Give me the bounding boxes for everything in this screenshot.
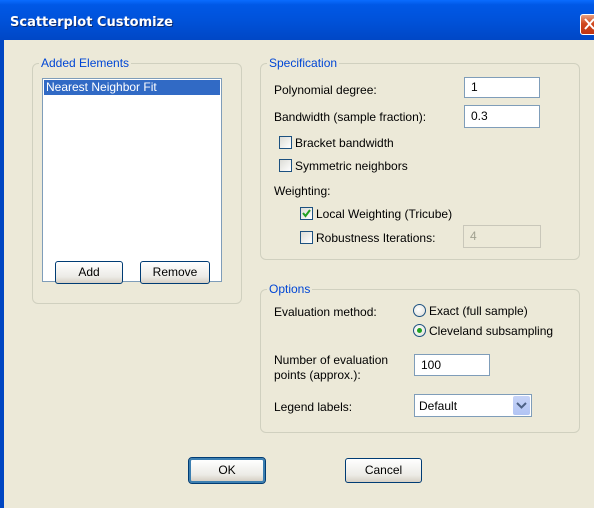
radio-cleveland[interactable] bbox=[413, 324, 426, 337]
window-title: Scatterplot Customize bbox=[10, 15, 173, 30]
cancel-button[interactable]: Cancel bbox=[345, 458, 422, 483]
symmetric-neighbors-checkbox[interactable] bbox=[279, 159, 292, 172]
added-elements-list[interactable]: Nearest Neighbor Fit bbox=[42, 78, 222, 282]
local-weighting-checkbox[interactable] bbox=[300, 207, 313, 220]
bandwidth-label: Bandwidth (sample fraction): bbox=[274, 110, 427, 124]
polynomial-degree-label: Polynomial degree: bbox=[274, 83, 377, 97]
local-weighting-label: Local Weighting (Tricube) bbox=[316, 207, 453, 221]
radio-cleveland-label: Cleveland subsampling bbox=[429, 324, 554, 338]
robustness-iterations-label: Robustness Iterations: bbox=[316, 231, 436, 245]
chevron-down-icon bbox=[516, 402, 527, 409]
num-points-label-line2: points (approx.): bbox=[274, 368, 361, 382]
radio-exact[interactable] bbox=[413, 304, 426, 317]
polynomial-degree-input[interactable]: 1 bbox=[464, 77, 540, 98]
checkmark-icon bbox=[302, 209, 311, 218]
bracket-bandwidth-label: Bracket bandwidth bbox=[295, 136, 394, 150]
add-button[interactable]: Add bbox=[55, 261, 123, 284]
weighting-label: Weighting: bbox=[274, 184, 331, 198]
legend-labels-selected-value: Default bbox=[419, 399, 458, 413]
bandwidth-input[interactable]: 0.3 bbox=[464, 105, 540, 128]
radio-exact-label: Exact (full sample) bbox=[429, 304, 528, 318]
title-bar[interactable]: Scatterplot Customize bbox=[0, 0, 594, 40]
close-button[interactable] bbox=[580, 14, 594, 35]
options-legend: Options bbox=[269, 282, 311, 296]
close-icon bbox=[584, 18, 594, 30]
evaluation-method-label: Evaluation method: bbox=[274, 305, 377, 319]
legend-labels-select[interactable]: Default bbox=[414, 394, 532, 417]
dropdown-button[interactable] bbox=[513, 396, 530, 415]
symmetric-neighbors-label: Symmetric neighbors bbox=[295, 159, 408, 173]
robustness-iterations-input[interactable]: 4 bbox=[463, 225, 541, 248]
robustness-iterations-checkbox[interactable] bbox=[300, 231, 313, 244]
added-elements-legend: Added Elements bbox=[41, 56, 130, 70]
specification-legend: Specification bbox=[269, 56, 338, 70]
dialog-client-area: Added Elements Nearest Neighbor Fit Add … bbox=[4, 40, 594, 508]
num-points-label-line1: Number of evaluation bbox=[274, 353, 389, 367]
list-item[interactable]: Nearest Neighbor Fit bbox=[44, 80, 220, 95]
scatterplot-customize-dialog: Scatterplot Customize Added Elements Nea… bbox=[0, 0, 594, 508]
legend-labels-label: Legend labels: bbox=[274, 400, 353, 414]
num-points-input[interactable]: 100 bbox=[414, 354, 490, 376]
ok-button[interactable]: OK bbox=[188, 457, 266, 484]
remove-button[interactable]: Remove bbox=[140, 261, 210, 284]
bracket-bandwidth-checkbox[interactable] bbox=[279, 136, 292, 149]
radio-selected-dot bbox=[417, 328, 422, 333]
